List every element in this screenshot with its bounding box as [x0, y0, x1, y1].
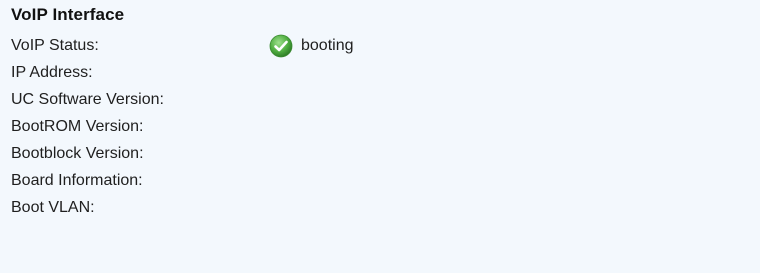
voip-status-text: booting	[301, 37, 354, 54]
row-bootrom-version: BootROM Version:	[11, 114, 255, 140]
row-bootblock-version: Bootblock Version:	[11, 141, 255, 167]
board-information-label: Board Information:	[11, 172, 143, 189]
row-board-information: Board Information:	[11, 168, 255, 194]
bootblock-version-label: Bootblock Version:	[11, 145, 144, 162]
voip-status-value: booting	[269, 33, 354, 59]
row-uc-software-version: UC Software Version:	[11, 87, 255, 113]
row-voip-status: VoIP Status: booting	[11, 33, 354, 59]
row-boot-vlan: Boot VLAN:	[11, 195, 255, 221]
panel-title: VoIP Interface	[11, 5, 125, 24]
check-circle-icon	[269, 34, 293, 58]
uc-software-version-label: UC Software Version:	[11, 91, 164, 108]
ip-address-label: IP Address:	[11, 64, 93, 81]
boot-vlan-label: Boot VLAN:	[11, 199, 95, 216]
bootrom-version-label: BootROM Version:	[11, 118, 144, 135]
voip-interface-panel: VoIP Interface VoIP Status: booting IP A…	[0, 0, 760, 273]
voip-status-label: VoIP Status:	[11, 37, 99, 54]
row-ip-address: IP Address:	[11, 60, 255, 86]
